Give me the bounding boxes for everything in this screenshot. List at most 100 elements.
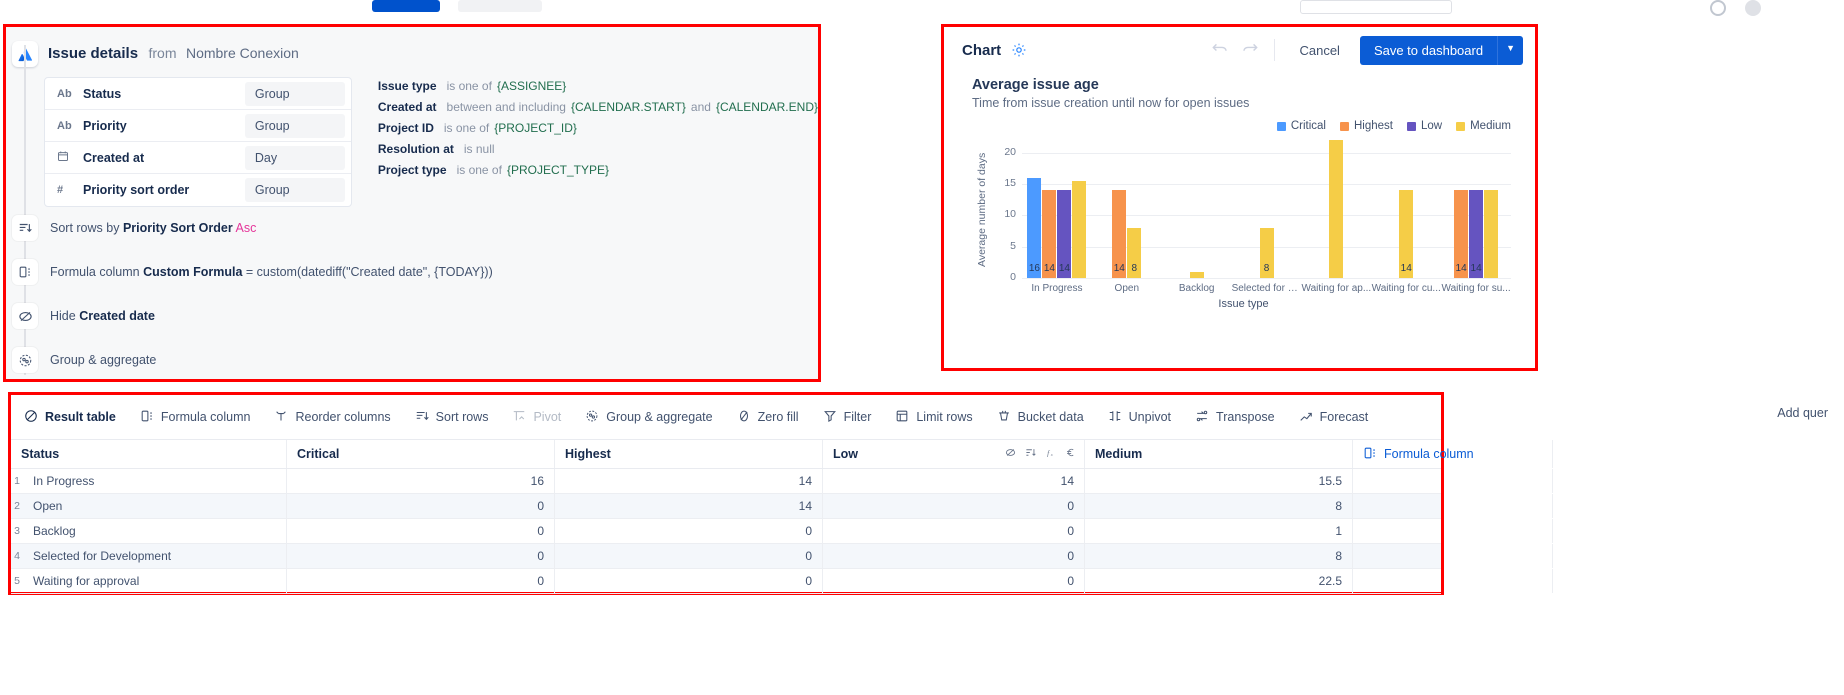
table-cell[interactable]: 14 <box>555 494 823 518</box>
table-cell[interactable]: 1 <box>1085 519 1353 543</box>
filter-row[interactable]: Project ID is one of {PROJECT_ID} <box>378 121 818 135</box>
table-cell[interactable]: 22.5 <box>1085 569 1353 593</box>
table-cell[interactable]: 8 <box>1085 494 1353 518</box>
table-row[interactable]: 1In Progress16141415.5 <box>11 469 1441 494</box>
filter-row[interactable]: Project type is one of {PROJECT_TYPE} <box>378 163 818 177</box>
toolbar-item-unpivot[interactable]: Unpivot <box>1097 403 1182 432</box>
pipeline-step-hide-column[interactable]: Hide Created date <box>6 303 818 337</box>
pipeline-step-group-aggregate[interactable]: Group & aggregate <box>6 347 818 379</box>
table-cell[interactable]: 0 <box>823 519 1085 543</box>
field-row[interactable]: # Priority sort order Group <box>45 174 351 206</box>
field-aggregation[interactable]: Group <box>245 178 345 202</box>
table-cell[interactable]: 0 <box>287 544 555 568</box>
bar[interactable]: 14 <box>1399 190 1413 278</box>
add-query-button[interactable]: Add quer <box>1777 406 1828 420</box>
pipeline-step-sort-rows[interactable]: Sort rows by Priority Sort Order Asc <box>6 215 818 249</box>
filter-row[interactable]: Resolution at is null <box>378 142 818 156</box>
toolbar-item-filter[interactable]: Filter <box>812 403 883 432</box>
table-cell[interactable]: 0 <box>555 544 823 568</box>
legend-item[interactable]: Highest <box>1340 120 1393 132</box>
field-aggregation[interactable]: Group <box>245 114 345 138</box>
avatar[interactable] <box>1745 0 1761 16</box>
table-cell[interactable]: 14 <box>823 469 1085 493</box>
table-cell[interactable]: 14 <box>555 469 823 493</box>
bar[interactable]: 14 <box>1057 190 1071 278</box>
toolbar-item-bucket-data[interactable]: Bucket data <box>986 403 1095 432</box>
help-icon[interactable] <box>1710 0 1726 16</box>
table-cell[interactable]: 8 <box>1085 544 1353 568</box>
euro-icon[interactable] <box>1065 447 1076 461</box>
table-cell[interactable]: Open <box>23 494 287 518</box>
table-cell[interactable] <box>1353 519 1553 543</box>
column-header-status[interactable]: Status <box>11 440 287 468</box>
filter-row[interactable]: Created at between and including {CALEND… <box>378 100 818 114</box>
table-row[interactable]: 2Open01408 <box>11 494 1441 519</box>
bar[interactable]: 14 <box>1454 190 1468 278</box>
top-search-field[interactable] <box>1300 0 1452 14</box>
column-header-highest[interactable]: Highest <box>555 440 823 468</box>
toolbar-item-forecast[interactable]: Forecast <box>1288 403 1380 432</box>
cancel-button[interactable]: Cancel <box>1289 38 1349 63</box>
bar[interactable]: 14 <box>1042 190 1056 278</box>
gear-icon[interactable] <box>1011 42 1027 58</box>
toolbar-item-result-table[interactable]: Result table <box>13 403 127 432</box>
source-header[interactable]: Issue details from Nombre Conexion <box>6 37 818 71</box>
table-cell[interactable] <box>1353 544 1553 568</box>
formula-icon[interactable]: fx <box>1045 447 1056 461</box>
save-to-dashboard-button[interactable]: Save to dashboard <box>1360 36 1497 65</box>
table-cell[interactable]: 16 <box>287 469 555 493</box>
column-header-critical[interactable]: Critical <box>287 440 555 468</box>
filter-row[interactable]: Issue type is one of {ASSIGNEE} <box>378 79 818 93</box>
table-cell[interactable]: Waiting for approval <box>23 569 287 593</box>
table-cell[interactable] <box>1353 569 1553 593</box>
bar[interactable]: 8 <box>1127 228 1141 278</box>
table-row[interactable]: 3Backlog0001 <box>11 519 1441 544</box>
table-row[interactable]: 5Waiting for approval00022.5 <box>11 569 1441 594</box>
bar[interactable] <box>1484 190 1498 278</box>
table-cell[interactable]: 15.5 <box>1085 469 1353 493</box>
toolbar-item-transpose[interactable]: Transpose <box>1184 403 1286 432</box>
bar[interactable]: 14 <box>1469 190 1483 278</box>
toolbar-item-reorder-columns[interactable]: Reorder columns <box>263 403 401 432</box>
table-cell[interactable]: 0 <box>823 544 1085 568</box>
top-tab-active[interactable] <box>372 0 440 12</box>
undo-icon[interactable] <box>1210 41 1230 60</box>
table-cell[interactable]: 0 <box>823 569 1085 593</box>
bar[interactable] <box>1190 272 1204 278</box>
bar[interactable] <box>1072 181 1086 278</box>
table-cell[interactable]: 0 <box>287 494 555 518</box>
toolbar-item-limit-rows[interactable]: Limit rows <box>884 403 983 432</box>
hide-icon[interactable] <box>1005 447 1016 461</box>
sort-icon[interactable] <box>1025 447 1036 461</box>
bar[interactable]: 16 <box>1027 178 1041 278</box>
table-cell[interactable] <box>1353 494 1553 518</box>
bar[interactable] <box>1329 140 1343 278</box>
table-cell[interactable]: Backlog <box>23 519 287 543</box>
field-aggregation[interactable]: Day <box>245 146 345 170</box>
legend-item[interactable]: Medium <box>1456 120 1511 132</box>
table-cell[interactable]: 0 <box>823 494 1085 518</box>
table-cell[interactable]: 0 <box>555 519 823 543</box>
column-header-medium[interactable]: Medium <box>1085 440 1353 468</box>
table-cell[interactable] <box>1353 469 1553 493</box>
toolbar-item-sort-rows[interactable]: Sort rows <box>404 403 500 432</box>
legend-item[interactable]: Low <box>1407 120 1442 132</box>
toolbar-item-group-aggregate[interactable]: Group & aggregate <box>574 403 723 432</box>
bar[interactable]: 8 <box>1260 228 1274 278</box>
table-row[interactable]: 4Selected for Development0008 <box>11 544 1441 569</box>
field-row[interactable]: Created at Day <box>45 142 351 174</box>
table-cell[interactable]: In Progress <box>23 469 287 493</box>
redo-icon[interactable] <box>1240 41 1260 60</box>
field-row[interactable]: Ab Priority Group <box>45 110 351 142</box>
field-row[interactable]: Ab Status Group <box>45 78 351 110</box>
table-cell[interactable]: 0 <box>287 519 555 543</box>
bar[interactable]: 14 <box>1112 190 1126 278</box>
table-cell[interactable]: 0 <box>287 569 555 593</box>
save-dropdown-chevron-down-icon[interactable]: ▼ <box>1497 36 1523 65</box>
toolbar-item-formula-column[interactable]: Formula column <box>129 403 262 432</box>
table-cell[interactable]: Selected for Development <box>23 544 287 568</box>
pipeline-step-formula-column[interactable]: Formula column Custom Formula = custom(d… <box>6 259 818 293</box>
table-cell[interactable]: 0 <box>555 569 823 593</box>
legend-item[interactable]: Critical <box>1277 120 1326 132</box>
column-header-low[interactable]: Lowfx <box>823 440 1085 468</box>
